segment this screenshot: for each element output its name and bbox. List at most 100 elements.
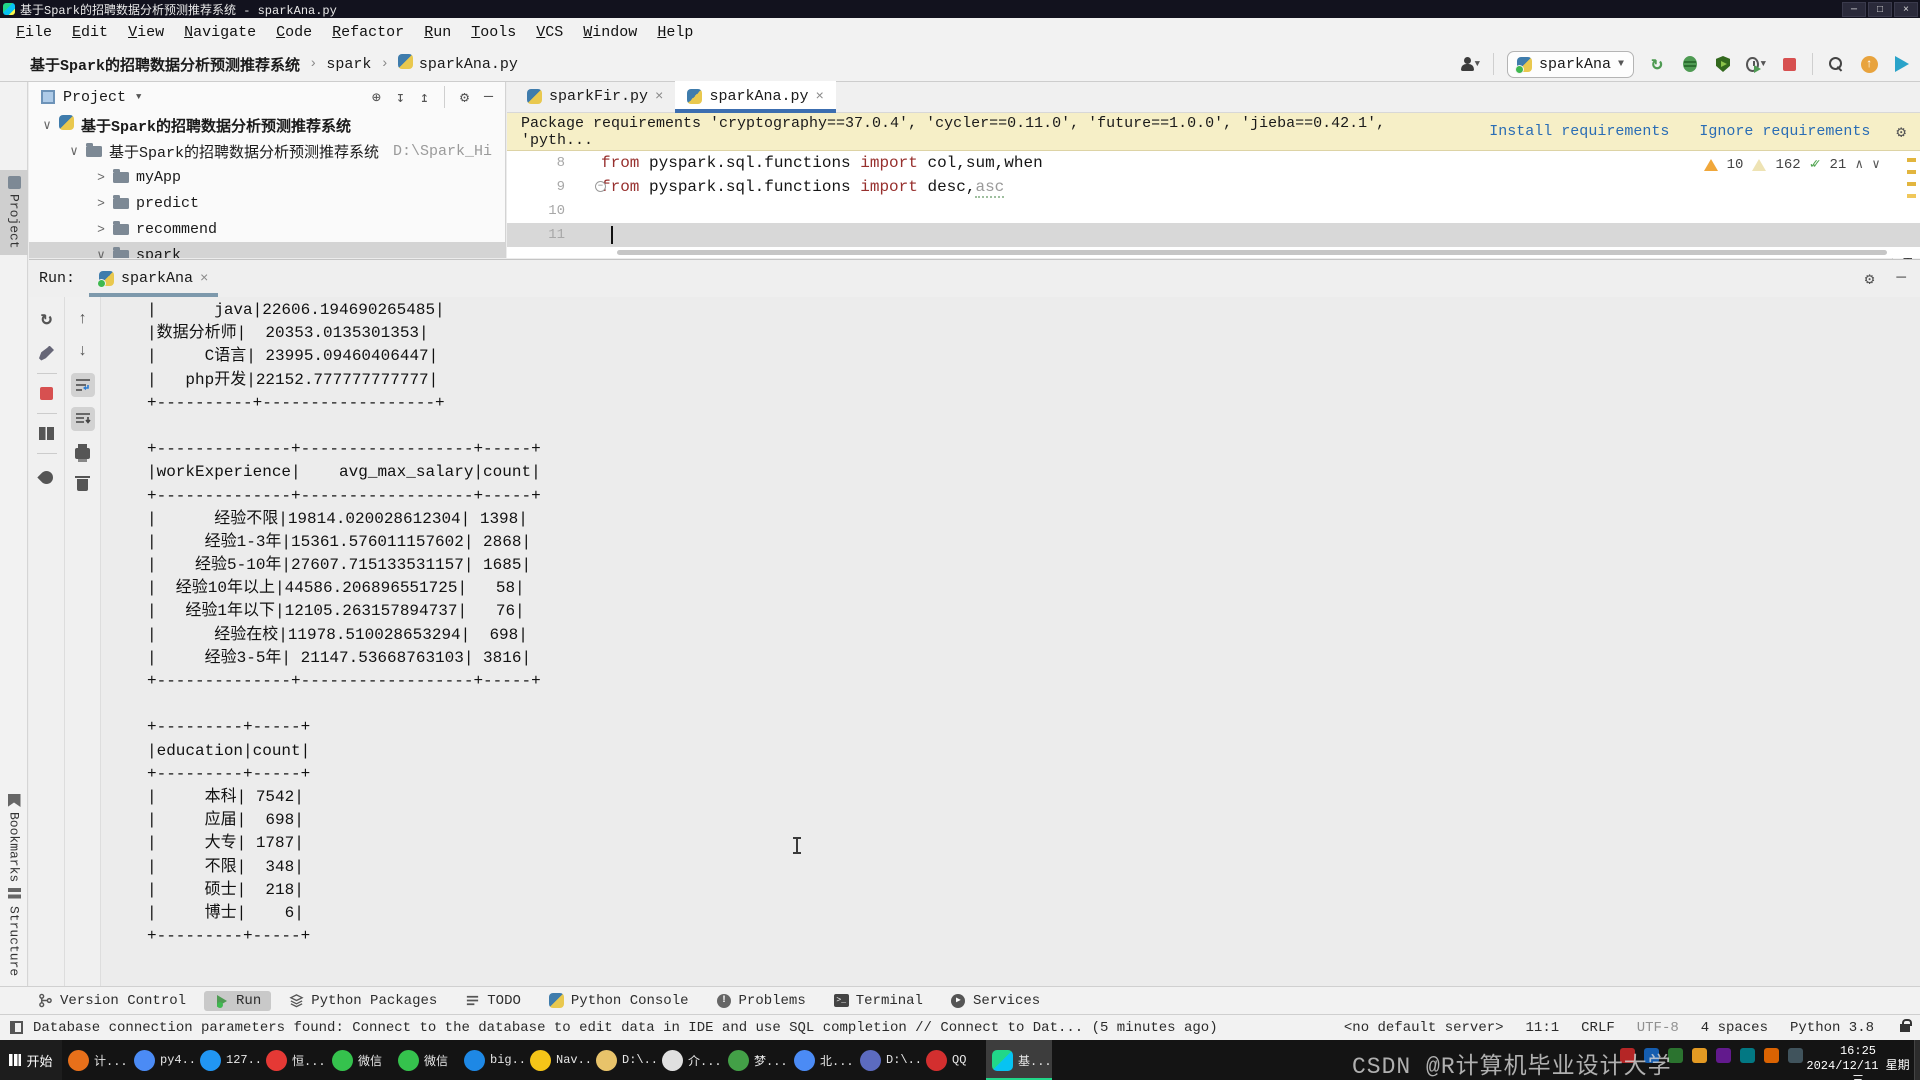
tray-icon[interactable] (1764, 1048, 1779, 1063)
show-desktop-button[interactable] (1914, 1040, 1920, 1080)
gear-icon[interactable]: ⚙ (1865, 269, 1875, 289)
taskbar-app[interactable]: 介... (656, 1040, 722, 1080)
status-widget[interactable]: CRLF (1581, 1020, 1615, 1036)
tool-stripe-project[interactable]: Project (0, 170, 28, 255)
status-widget[interactable]: 4 spaces (1701, 1020, 1768, 1036)
close-icon[interactable]: × (655, 89, 663, 105)
search-everywhere-icon[interactable] (1826, 54, 1846, 74)
toolwindow-button-version-control[interactable]: Version Control (28, 991, 196, 1011)
chevron-open-icon[interactable]: ∨ (39, 118, 55, 133)
hide-panel-icon[interactable]: ─ (484, 89, 493, 106)
close-icon[interactable]: × (815, 89, 823, 105)
chevron-closed-icon[interactable]: > (93, 170, 109, 185)
tool-stripe-structure[interactable]: Structure (0, 882, 28, 982)
menu-vcs[interactable]: VCS (526, 24, 573, 41)
up-stack-trace-icon[interactable]: ↑ (71, 307, 95, 331)
hide-panel-icon[interactable]: ─ (1896, 269, 1906, 289)
status-widget[interactable]: Python 3.8 (1790, 1020, 1874, 1036)
tray-icon[interactable] (1740, 1048, 1755, 1063)
run-console[interactable]: | java|22606.194690265485||数据分析师| 20353.… (101, 297, 1920, 986)
minimize-button[interactable]: ─ (1842, 2, 1866, 17)
project-title[interactable]: Project (63, 89, 126, 106)
user-icon[interactable]: ▼ (1460, 54, 1480, 74)
taskbar-app[interactable]: Nav... (524, 1040, 590, 1080)
pin-tab-icon[interactable] (35, 465, 59, 489)
soft-wrap-icon[interactable] (71, 373, 95, 397)
toolwindow-button-services[interactable]: ▶Services (941, 991, 1050, 1011)
taskbar-app[interactable]: 梦... (722, 1040, 788, 1080)
stop-button[interactable] (1779, 54, 1799, 74)
status-widget[interactable]: UTF-8 (1637, 1020, 1679, 1036)
taskbar-app[interactable]: 基... (986, 1040, 1052, 1080)
taskbar-app[interactable]: 北... (788, 1040, 854, 1080)
code-line-10[interactable]: 10 (507, 199, 1920, 223)
expand-all-icon[interactable]: ↧ (396, 88, 405, 107)
code-line-9[interactable]: 9−from pyspark.sql.functions import desc… (507, 175, 1920, 199)
tree-node-item[interactable]: >myApp (29, 164, 505, 190)
status-message[interactable]: Database connection parameters found: Co… (33, 1020, 1218, 1036)
menu-tools[interactable]: Tools (461, 24, 526, 41)
run-tab[interactable]: sparkAna × (89, 260, 218, 297)
editor-tab-sparkFir.py[interactable]: sparkFir.py× (515, 81, 675, 112)
ignore-requirements-link[interactable]: Ignore requirements (1699, 123, 1870, 140)
taskbar-app[interactable]: 127... (194, 1040, 260, 1080)
chevron-open-icon[interactable]: ∨ (93, 248, 109, 259)
taskbar-app[interactable]: 微信 (392, 1040, 458, 1080)
tree-node-item[interactable]: >predict (29, 190, 505, 216)
install-requirements-link[interactable]: Install requirements (1489, 123, 1669, 140)
prev-problem-icon[interactable]: ∧ (1855, 157, 1863, 172)
tool-stripe-bookmarks[interactable]: Bookmarks (0, 788, 28, 888)
toolwindow-button-run[interactable]: Run (204, 991, 271, 1011)
run-button[interactable]: ↻ (1647, 54, 1667, 74)
banner-gear-icon[interactable]: ⚙ (1896, 122, 1906, 142)
close-button[interactable]: × (1894, 2, 1918, 17)
breadcrumb-item[interactable]: 基于Spark的招聘数据分析预测推荐系统 (30, 54, 300, 75)
editor-error-stripe[interactable] (1906, 152, 1918, 256)
taskbar-app[interactable]: py4... (128, 1040, 194, 1080)
stop-button[interactable] (35, 381, 59, 405)
breadcrumb-item[interactable]: spark (326, 56, 371, 73)
tree-node-spark[interactable]: ∨spark (29, 242, 505, 258)
status-widget[interactable]: <no default server> (1344, 1020, 1504, 1036)
editor-tab-sparkAna.py[interactable]: sparkAna.py× (675, 81, 835, 112)
breadcrumb-item[interactable]: sparkAna.py (419, 56, 518, 73)
next-problem-icon[interactable]: ∨ (1872, 157, 1880, 172)
toolwindow-button-python-packages[interactable]: Python Packages (279, 991, 447, 1011)
menu-help[interactable]: Help (647, 24, 703, 41)
chevron-closed-icon[interactable]: > (93, 196, 109, 211)
settings-wrench-icon[interactable] (35, 341, 59, 365)
taskbar-app[interactable]: 计... (62, 1040, 128, 1080)
tree-node-item[interactable]: >recommend (29, 216, 505, 242)
taskbar-app[interactable]: 微信 (326, 1040, 392, 1080)
menu-navigate[interactable]: Navigate (174, 24, 266, 41)
toolwindow-button-python-console[interactable]: Python Console (539, 991, 699, 1011)
taskbar-clock[interactable]: 16:25 2024/12/11 星期三 (1806, 1044, 1910, 1080)
update-icon[interactable]: ↑ (1859, 54, 1879, 74)
menu-edit[interactable]: Edit (62, 24, 118, 41)
profile-button[interactable] (1713, 54, 1733, 74)
tree-node-item[interactable]: ∨基于Spark的招聘数据分析预测推荐系统D:\Spark_Hi (29, 138, 505, 164)
tray-icon[interactable] (1716, 1048, 1731, 1063)
code-line-11[interactable]: 11 (507, 223, 1920, 247)
tray-icon[interactable] (1788, 1048, 1803, 1063)
toolwindow-button-problems[interactable]: !Problems (707, 991, 816, 1011)
taskbar-app[interactable]: 恒... (260, 1040, 326, 1080)
gear-icon[interactable]: ⚙ (460, 88, 469, 107)
run-configuration-select[interactable]: sparkAna ▼ (1507, 51, 1634, 78)
toolwindow-toggle-icon[interactable] (10, 1021, 23, 1034)
menu-code[interactable]: Code (266, 24, 322, 41)
collapse-all-icon[interactable]: ↥ (420, 88, 429, 107)
tray-icon[interactable] (1692, 1048, 1707, 1063)
taskbar-app[interactable]: QQ (920, 1040, 986, 1080)
debug-button[interactable] (1680, 54, 1700, 74)
menu-file[interactable]: File (6, 24, 62, 41)
menu-window[interactable]: Window (573, 24, 647, 41)
menu-view[interactable]: View (118, 24, 174, 41)
status-widget[interactable]: 11:1 (1526, 1020, 1560, 1036)
menu-refactor[interactable]: Refactor (322, 24, 414, 41)
down-stack-trace-icon[interactable]: ↓ (71, 339, 95, 363)
chevron-down-icon[interactable]: ▼ (136, 92, 141, 102)
scroll-to-end-icon[interactable] (71, 407, 95, 431)
start-button[interactable]: 开始 (0, 1040, 62, 1080)
menu-run[interactable]: Run (414, 24, 461, 41)
